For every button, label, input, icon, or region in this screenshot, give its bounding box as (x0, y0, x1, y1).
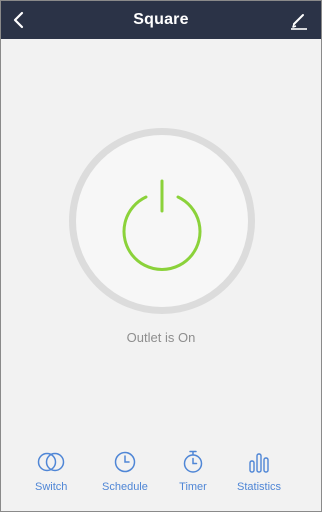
outlet-status-text: Outlet is On (126, 330, 196, 345)
tab-schedule-label: Schedule (102, 481, 148, 493)
tab-switch-label: Switch (35, 481, 68, 493)
switch-icon (37, 452, 65, 472)
tab-timer-label: Timer (179, 481, 207, 493)
page-title: Square (133, 11, 189, 28)
power-icon (122, 179, 202, 271)
tab-statistics-label: Statistics (237, 481, 282, 493)
power-toggle-button[interactable] (76, 135, 248, 307)
app-screen: Square Outlet is On Switch Schedule Time… (0, 0, 322, 512)
stopwatch-icon (183, 450, 203, 473)
header-bar: Square (1, 1, 321, 39)
power-control (69, 128, 255, 314)
tab-timer[interactable]: Timer (178, 449, 208, 493)
pencil-icon (291, 14, 307, 30)
bar-chart-icon (249, 453, 269, 473)
back-button[interactable] (9, 10, 29, 30)
tab-statistics[interactable]: Statistics (237, 449, 281, 493)
chevron-left-icon (13, 11, 24, 29)
edit-button[interactable] (290, 12, 308, 30)
bottom-tab-bar: Switch Schedule Timer Statistics (1, 449, 321, 509)
tab-switch[interactable]: Switch (35, 449, 67, 493)
clock-icon (114, 451, 136, 473)
tab-schedule[interactable]: Schedule (102, 449, 148, 493)
